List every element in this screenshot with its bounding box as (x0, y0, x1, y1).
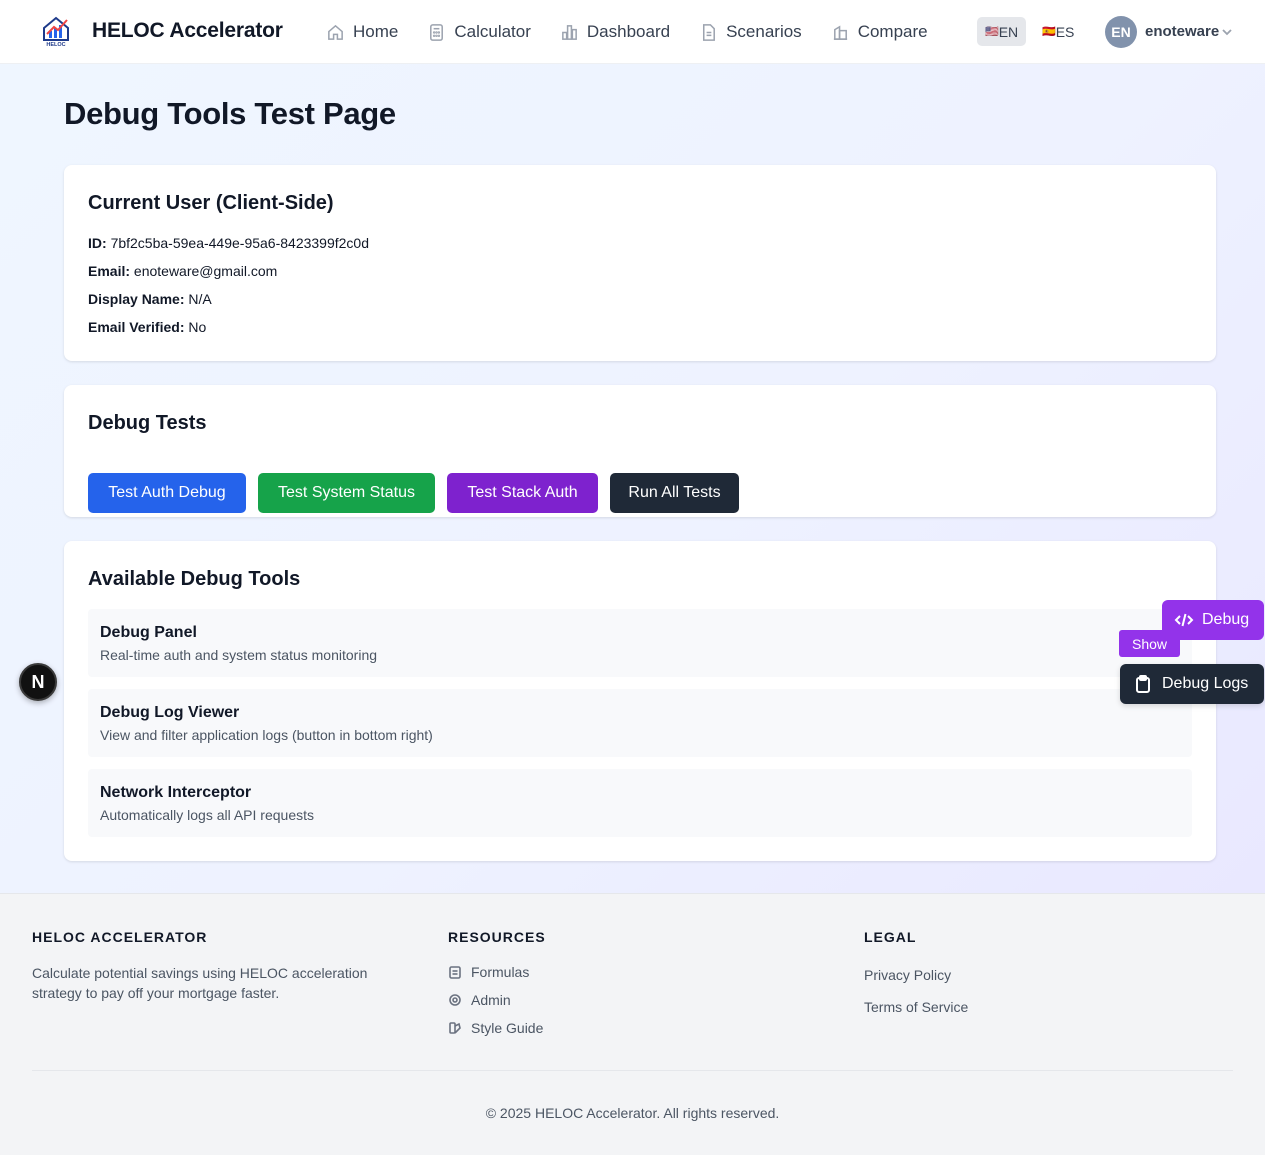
page-title: Debug Tools Test Page (64, 96, 396, 131)
chevron-down-icon[interactable] (1221, 26, 1233, 38)
footer-about-text: Calculate potential savings using HELOC … (32, 965, 368, 1001)
username-menu[interactable]: enoteware (1145, 23, 1219, 40)
footer-link-admin[interactable]: Admin (448, 992, 511, 1008)
available-tools-title: Available Debug Tools (88, 568, 301, 590)
user-id-label: ID: (88, 235, 107, 251)
nav-home[interactable]: Home (326, 22, 398, 42)
copyright: © 2025 HELOC Accelerator. All rights res… (485, 1105, 780, 1121)
footer-legal-heading: LEGAL (864, 929, 917, 945)
nav-home-label: Home (353, 22, 399, 41)
test-auth-debug-button[interactable]: Test Auth Debug (88, 473, 246, 513)
clipboard-icon (1136, 675, 1150, 693)
nav-dashboard[interactable]: Dashboard (560, 22, 670, 42)
debug-button-label: Debug (1202, 611, 1250, 628)
tool-name: Network Interceptor (100, 784, 252, 801)
available-debug-tools-card: Available Debug Tools Debug Panel Real-t… (64, 541, 1216, 861)
heloc-logo-icon[interactable]: HELOC (40, 14, 72, 50)
user-display-name-label: Display Name: (88, 291, 185, 307)
footer-link-formulas-label: Formulas (471, 964, 530, 980)
user-email-row: Email: enoteware@gmail.com (88, 263, 277, 279)
nextjs-dev-badge[interactable]: N (19, 663, 57, 701)
brand-title[interactable]: HELOC Accelerator (92, 19, 283, 43)
nav-calculator[interactable]: Calculator (427, 22, 531, 42)
current-user-title: Current User (Client-Side) (88, 192, 334, 214)
show-button[interactable]: Show (1119, 630, 1180, 657)
document-icon (703, 23, 716, 41)
calculator-icon (430, 23, 444, 41)
footer: HELOC ACCELERATOR Calculate potential sa… (0, 893, 1265, 1155)
debug-logs-label: Debug Logs (1162, 675, 1249, 692)
footer-link-style-guide-label: Style Guide (471, 1020, 544, 1036)
user-email-verified-label: Email Verified: (88, 319, 185, 335)
footer-about-heading: HELOC ACCELERATOR (32, 929, 208, 945)
debug-tests-card: Debug Tests Test Auth Debug Test System … (64, 385, 1216, 517)
palette-icon (449, 1022, 461, 1034)
nav-dashboard-label: Dashboard (586, 22, 671, 41)
lang-es-button[interactable]: 🇪🇸 ES (1034, 17, 1082, 46)
tool-name: Debug Log Viewer (100, 704, 240, 721)
clipboard-icon (449, 966, 461, 979)
lang-en-label: EN (998, 23, 1019, 40)
footer-link-terms[interactable]: Terms of Service (864, 999, 968, 1015)
compare-icon (833, 24, 847, 40)
user-id-value: 7bf2c5ba-59ea-449e-95a6-8423399f2c0d (110, 235, 370, 251)
us-flag-icon: 🇺🇸 (985, 26, 999, 38)
list-item: Network Interceptor Automatically logs a… (88, 769, 1192, 837)
footer-divider (32, 1070, 1233, 1071)
main-nav: Home Calculator Dashboard Scenarios Comp… (326, 0, 957, 64)
lang-en-button[interactable]: 🇺🇸 EN (977, 17, 1027, 46)
tool-description: View and filter application logs (button… (100, 727, 433, 743)
user-email-verified-row: Email Verified: No (88, 319, 206, 335)
current-user-card: Current User (Client-Side) ID: 7bf2c5ba-… (64, 165, 1216, 361)
home-icon (328, 24, 343, 40)
footer-link-admin-label: Admin (471, 992, 511, 1008)
bar-chart-icon (561, 24, 577, 40)
user-id-row: ID: 7bf2c5ba-59ea-449e-95a6-8423399f2c0d (88, 235, 369, 251)
test-stack-auth-button[interactable]: Test Stack Auth (447, 473, 598, 513)
footer-link-style-guide[interactable]: Style Guide (448, 1020, 543, 1036)
gear-icon (449, 994, 461, 1006)
code-icon (1174, 613, 1194, 627)
list-item: Debug Panel Real-time auth and system st… (88, 609, 1192, 677)
footer-resources-heading: RESOURCES (448, 929, 546, 945)
nav-scenarios[interactable]: Scenarios (699, 22, 802, 42)
list-item: Debug Log Viewer View and filter applica… (88, 689, 1192, 757)
footer-link-privacy[interactable]: Privacy Policy (864, 967, 951, 983)
user-email-verified-value: No (188, 319, 207, 335)
tool-description: Automatically logs all API requests (100, 807, 314, 823)
avatar[interactable]: EN (1105, 16, 1137, 48)
main-content: Debug Tools Test Page Current User (Clie… (0, 64, 1265, 893)
tool-name: Debug Panel (100, 624, 197, 641)
logo-text: HELOC (46, 42, 65, 48)
nav-compare-label: Compare (857, 22, 928, 41)
tool-description: Real-time auth and system status monitor… (100, 647, 378, 663)
run-all-tests-button[interactable]: Run All Tests (610, 473, 739, 513)
top-navbar: HELOC HELOC Accelerator Home Calculator … (0, 0, 1265, 64)
footer-link-formulas[interactable]: Formulas (448, 964, 529, 980)
debug-tests-title: Debug Tests (88, 412, 207, 434)
nav-scenarios-label: Scenarios (726, 22, 802, 41)
user-display-name-value: N/A (188, 291, 212, 307)
user-email-label: Email: (88, 263, 131, 279)
user-display-name-row: Display Name: N/A (88, 291, 212, 307)
user-email-value: enoteware@gmail.com (133, 263, 278, 279)
es-flag-icon: 🇪🇸 (1042, 26, 1056, 38)
debug-logs-button[interactable]: Debug Logs (1120, 664, 1264, 704)
nav-calculator-label: Calculator (454, 22, 531, 41)
test-system-status-button[interactable]: Test System Status (258, 473, 435, 513)
lang-es-label: ES (1055, 23, 1075, 40)
nav-compare[interactable]: Compare (831, 22, 928, 42)
